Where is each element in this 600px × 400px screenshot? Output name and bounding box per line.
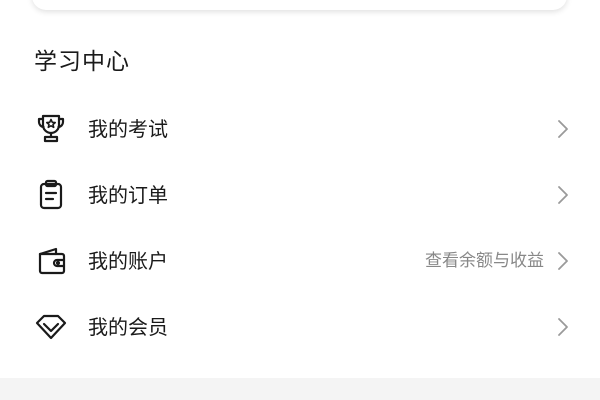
learning-center-page: 学习中心 我的考试 我的订单 我的账户 查看余额与收益 我的会员 xyxy=(0,0,600,400)
chevron-right-icon xyxy=(556,250,570,272)
menu-item-label: 我的会员 xyxy=(88,315,168,339)
diamond-icon xyxy=(33,309,69,345)
chevron-right-icon xyxy=(556,118,570,140)
menu-item-my-orders[interactable]: 我的订单 xyxy=(0,162,600,228)
menu-item-my-membership[interactable]: 我的会员 xyxy=(0,294,600,360)
chevron-right-icon xyxy=(556,316,570,338)
wallet-icon xyxy=(33,243,69,279)
menu-item-my-account[interactable]: 我的账户 查看余额与收益 xyxy=(0,228,600,294)
menu-item-label: 我的考试 xyxy=(88,117,168,141)
top-card xyxy=(32,0,567,10)
chevron-right-icon xyxy=(556,184,570,206)
menu-item-label: 我的账户 xyxy=(88,249,168,273)
trophy-icon xyxy=(33,111,69,147)
section-title: 学习中心 xyxy=(34,49,130,75)
bottom-divider-band xyxy=(0,378,600,400)
account-balance-hint: 查看余额与收益 xyxy=(425,251,544,271)
clipboard-icon xyxy=(33,177,69,213)
menu-list: 我的考试 我的订单 我的账户 查看余额与收益 我的会员 xyxy=(0,96,600,360)
menu-item-label: 我的订单 xyxy=(88,183,168,207)
menu-item-my-exams[interactable]: 我的考试 xyxy=(0,96,600,162)
